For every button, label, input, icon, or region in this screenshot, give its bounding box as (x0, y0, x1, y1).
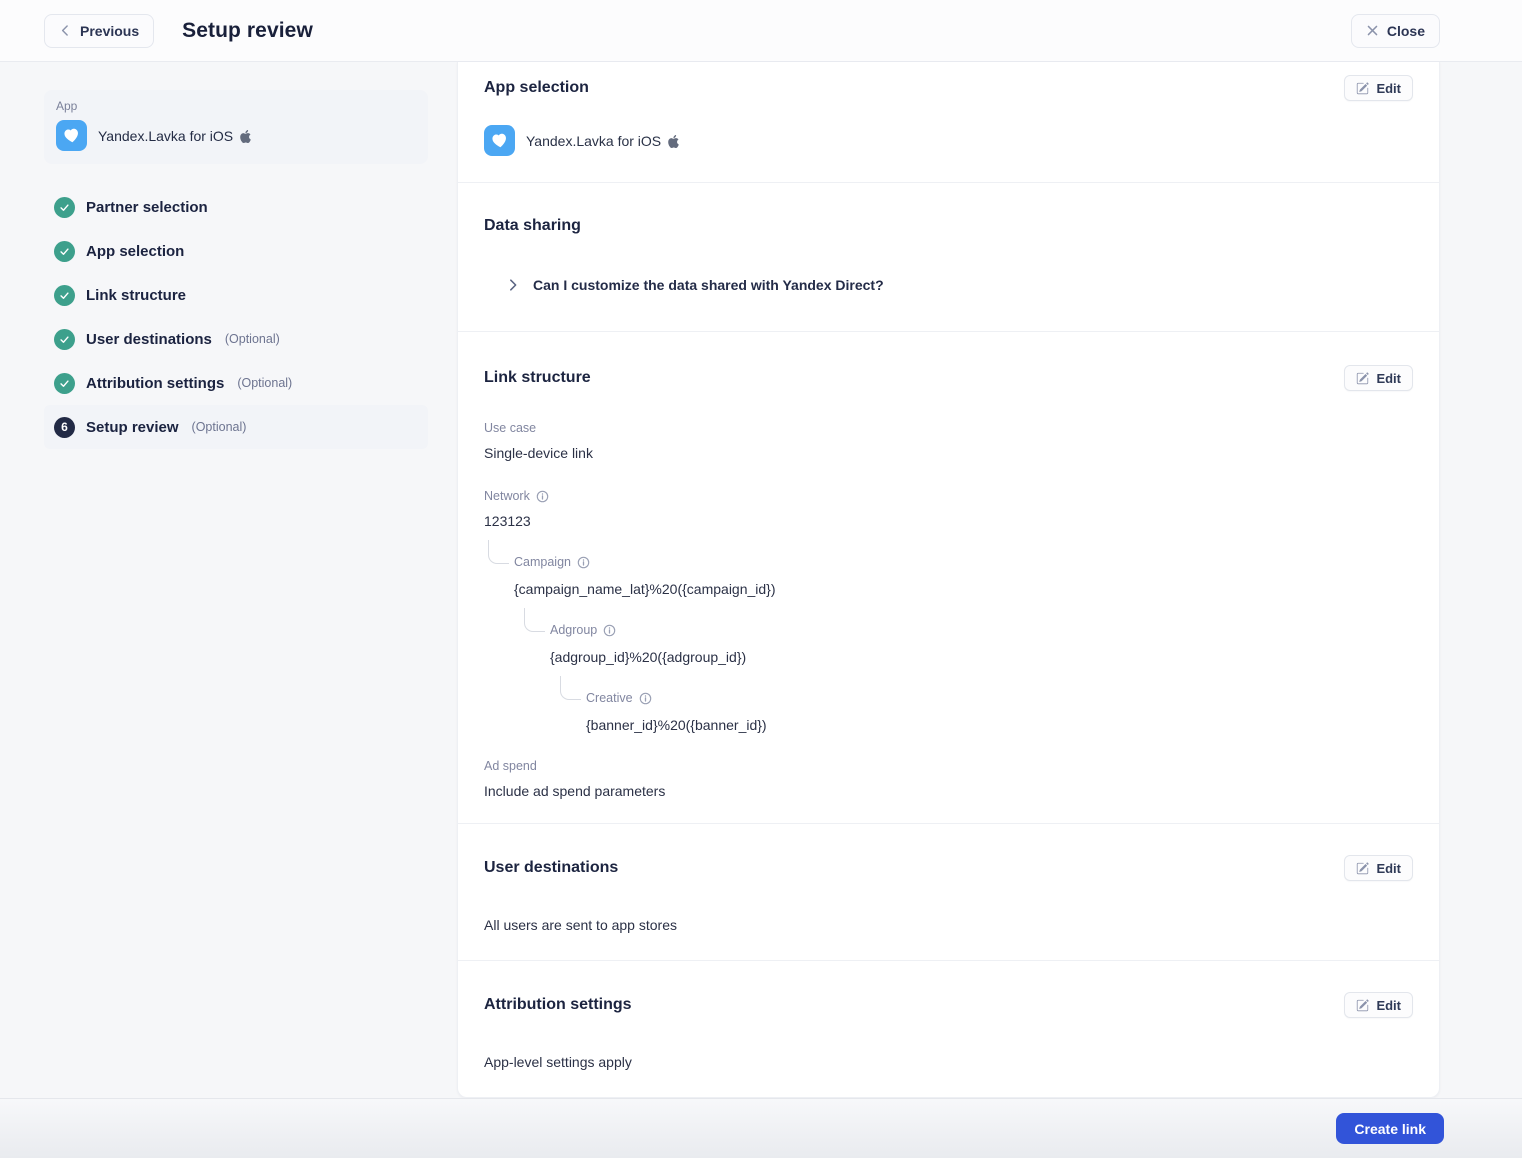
attribution-settings-value: App-level settings apply (484, 1054, 1413, 1071)
tree-level-adgroup: Adgroup {adgroup_id}%20({adgroup_id}) Cr… (520, 622, 1413, 734)
check-icon (54, 329, 75, 350)
sidebar: App Yandex.Lavka for iOS Partner selecti… (0, 62, 457, 449)
user-destinations-title: User destinations (484, 859, 618, 877)
creative-label: Creative (586, 690, 633, 707)
data-sharing-title: Data sharing (484, 217, 1413, 235)
link-structure-title: Link structure (484, 369, 591, 387)
yandex-lavka-app-icon (484, 125, 515, 156)
network-label: Network (484, 488, 530, 505)
edit-icon (1356, 372, 1369, 385)
data-sharing-question: Can I customize the data shared with Yan… (533, 277, 884, 293)
section-link-structure: Link structure Edit Use case Single-devi… (458, 332, 1439, 824)
sidebar-app-card: App Yandex.Lavka for iOS (44, 90, 428, 164)
sidebar-item-app-selection[interactable]: App selection (44, 229, 428, 273)
selected-app-name: Yandex.Lavka for iOS (526, 133, 680, 149)
creative-value: {banner_id}%20({banner_id}) (586, 717, 1413, 734)
top-bar: Previous Setup review Close (0, 0, 1522, 62)
edit-attribution-settings-button[interactable]: Edit (1344, 992, 1413, 1018)
user-destinations-value: All users are sent to app stores (484, 917, 1413, 934)
edit-icon (1356, 999, 1369, 1012)
apple-platform-icon (661, 133, 680, 149)
tree-level-creative: Creative {banner_id}%20({banner_id}) (556, 690, 1413, 734)
yandex-lavka-app-icon (56, 120, 87, 151)
chevron-left-icon (59, 24, 72, 37)
data-sharing-expander[interactable]: Can I customize the data shared with Yan… (484, 277, 1413, 293)
check-icon (54, 241, 75, 262)
apple-platform-icon (233, 128, 252, 144)
ad-spend-field: Ad spend Include ad spend parameters (484, 758, 1413, 800)
footer-bar: Create link (0, 1098, 1522, 1158)
network-value: 123123 (484, 513, 1413, 530)
sidebar-item-setup-review[interactable]: 6 Setup review (Optional) (44, 405, 428, 449)
section-user-destinations: User destinations Edit All users are sen… (458, 824, 1439, 961)
review-card: App selection Edit Yandex.Lavka for iOS … (457, 62, 1440, 1098)
step-number-badge: 6 (54, 417, 75, 438)
info-icon[interactable] (536, 490, 549, 503)
tree-connector (488, 540, 509, 564)
info-icon[interactable] (639, 692, 652, 705)
close-button-label: Close (1387, 23, 1425, 39)
campaign-value: {campaign_name_lat}%20({campaign_id}) (514, 581, 1413, 598)
previous-button[interactable]: Previous (44, 14, 154, 48)
tree-connector (560, 676, 581, 700)
edit-user-destinations-button[interactable]: Edit (1344, 855, 1413, 881)
chevron-right-icon (506, 278, 520, 292)
sidebar-app-name: Yandex.Lavka for iOS (98, 128, 252, 144)
previous-button-label: Previous (80, 23, 139, 39)
section-attribution-settings: Attribution settings Edit App-level sett… (458, 961, 1439, 1097)
campaign-label: Campaign (514, 554, 571, 571)
adgroup-value: {adgroup_id}%20({adgroup_id}) (550, 649, 1413, 666)
setup-steps-list: Partner selection App selection Link str… (44, 185, 428, 449)
sidebar-item-link-structure[interactable]: Link structure (44, 273, 428, 317)
sidebar-item-user-destinations[interactable]: User destinations (Optional) (44, 317, 428, 361)
edit-icon (1356, 862, 1369, 875)
ad-spend-value: Include ad spend parameters (484, 783, 1413, 800)
close-button[interactable]: Close (1351, 14, 1440, 48)
section-data-sharing: Data sharing Can I customize the data sh… (458, 183, 1439, 332)
edit-link-structure-button[interactable]: Edit (1344, 365, 1413, 391)
heart-icon (61, 125, 82, 146)
edit-app-selection-button[interactable]: Edit (1344, 75, 1413, 101)
network-field: Network 123123 (484, 488, 1413, 530)
info-icon[interactable] (577, 556, 590, 569)
sidebar-item-attribution-settings[interactable]: Attribution settings (Optional) (44, 361, 428, 405)
content-area: App Yandex.Lavka for iOS Partner selecti… (0, 62, 1522, 1098)
section-app-selection: App selection Edit Yandex.Lavka for iOS (458, 62, 1439, 183)
heart-icon (489, 130, 510, 151)
attribution-settings-title: Attribution settings (484, 996, 632, 1014)
app-selection-title: App selection (484, 79, 589, 97)
create-link-button[interactable]: Create link (1336, 1113, 1444, 1144)
check-icon (54, 197, 75, 218)
ad-spend-label: Ad spend (484, 758, 1413, 775)
tree-level-campaign: Campaign {campaign_name_lat}%20({campaig… (484, 554, 1413, 734)
sidebar-item-partner-selection[interactable]: Partner selection (44, 185, 428, 229)
edit-icon (1356, 82, 1369, 95)
adgroup-label: Adgroup (550, 622, 597, 639)
check-icon (54, 285, 75, 306)
use-case-value: Single-device link (484, 445, 1413, 462)
page-title: Setup review (182, 19, 313, 43)
close-icon (1366, 24, 1379, 37)
tree-connector (524, 608, 545, 632)
info-icon[interactable] (603, 624, 616, 637)
check-icon (54, 373, 75, 394)
app-card-label: App (56, 99, 416, 113)
use-case-field: Use case Single-device link (484, 420, 1413, 462)
use-case-label: Use case (484, 420, 1413, 437)
